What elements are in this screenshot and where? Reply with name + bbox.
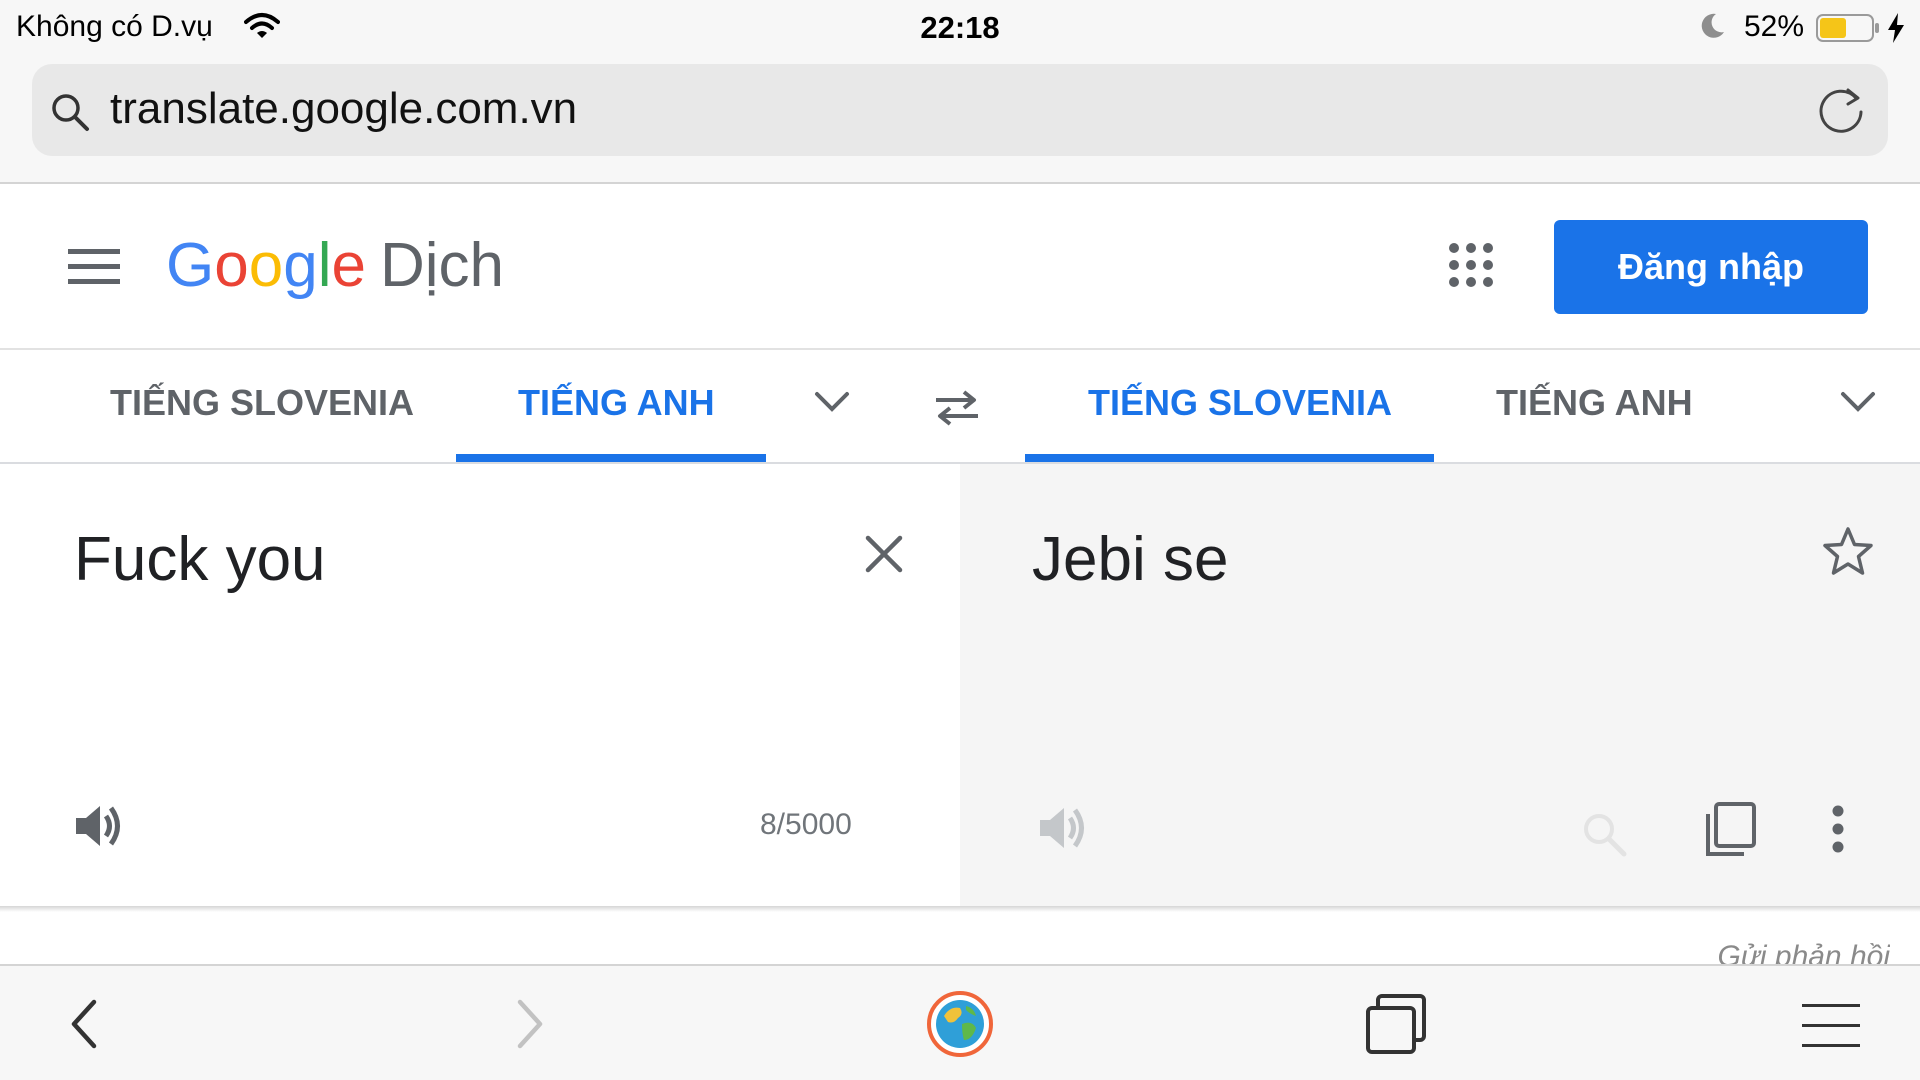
logo-letter: e — [331, 231, 366, 300]
browser-toolbar — [0, 964, 1920, 1080]
logo-letter: o — [214, 231, 249, 300]
browser-bar: translate.google.com.vn — [0, 56, 1920, 184]
translation-text: Jebi se — [1032, 525, 1229, 594]
speaker-icon[interactable] — [1036, 802, 1090, 859]
charging-icon — [1886, 12, 1906, 49]
apps-grid-icon[interactable] — [1448, 242, 1494, 293]
logo-letter: l — [317, 231, 332, 300]
logo-letter: g — [283, 231, 318, 300]
chevron-down-icon[interactable] — [1840, 390, 1876, 419]
tabs-icon[interactable] — [1364, 992, 1428, 1061]
source-lang-slovenian[interactable]: TIẾNG SLOVENIA — [110, 382, 414, 424]
hamburger-menu-icon[interactable] — [1802, 1004, 1860, 1053]
more-options-icon[interactable] — [1830, 804, 1846, 859]
target-lang-indicator — [1025, 454, 1434, 462]
address-bar[interactable]: translate.google.com.vn — [32, 64, 1888, 156]
google-header: Google Dịch Đăng nhập — [0, 186, 1920, 350]
feedback-link[interactable]: Gửi phản hồi — [1718, 940, 1890, 966]
battery-icon — [1816, 14, 1880, 47]
google-translate-logo[interactable]: Google Dịch — [166, 230, 504, 301]
status-bar: Không có D.vụ 22:18 52% — [0, 0, 1920, 56]
speaker-icon[interactable] — [72, 800, 126, 857]
target-lang-english[interactable]: TIẾNG ANH — [1496, 382, 1693, 424]
translation-pane: Jebi se — [960, 464, 1920, 908]
clear-text-icon[interactable] — [862, 532, 906, 581]
search-icon[interactable] — [1580, 810, 1628, 863]
source-lang-indicator — [456, 454, 766, 462]
sign-in-button[interactable]: Đăng nhập — [1554, 220, 1868, 314]
copy-icon[interactable] — [1702, 800, 1758, 865]
globe-icon[interactable] — [926, 990, 994, 1063]
url-text[interactable]: translate.google.com.vn — [110, 84, 577, 134]
source-lang-english[interactable]: TIẾNG ANH — [518, 382, 715, 424]
panes-divider — [0, 906, 1920, 912]
back-icon[interactable] — [64, 996, 104, 1057]
product-name: Dịch — [379, 231, 504, 300]
forward-icon[interactable] — [510, 996, 550, 1057]
reload-icon[interactable] — [1816, 84, 1868, 141]
character-counter: 8/5000 — [760, 808, 852, 841]
source-pane[interactable]: Fuck you 8/5000 — [0, 464, 960, 908]
source-text-input[interactable]: Fuck you — [74, 524, 326, 595]
swap-languages-icon[interactable] — [932, 388, 982, 433]
battery-percent: 52% — [1744, 10, 1805, 43]
target-lang-slovenian[interactable]: TIẾNG SLOVENIA — [1088, 382, 1392, 424]
hamburger-menu-icon[interactable] — [68, 249, 120, 290]
search-icon — [50, 92, 90, 137]
moon-icon — [1700, 12, 1726, 45]
logo-letter: G — [166, 231, 215, 300]
logo-letter: o — [248, 231, 284, 300]
star-icon[interactable] — [1822, 526, 1874, 581]
language-bar: TIẾNG SLOVENIA TIẾNG ANH TIẾNG SLOVENIA … — [0, 352, 1920, 464]
chevron-down-icon[interactable] — [814, 390, 850, 419]
status-time: 22:18 — [920, 10, 1000, 45]
